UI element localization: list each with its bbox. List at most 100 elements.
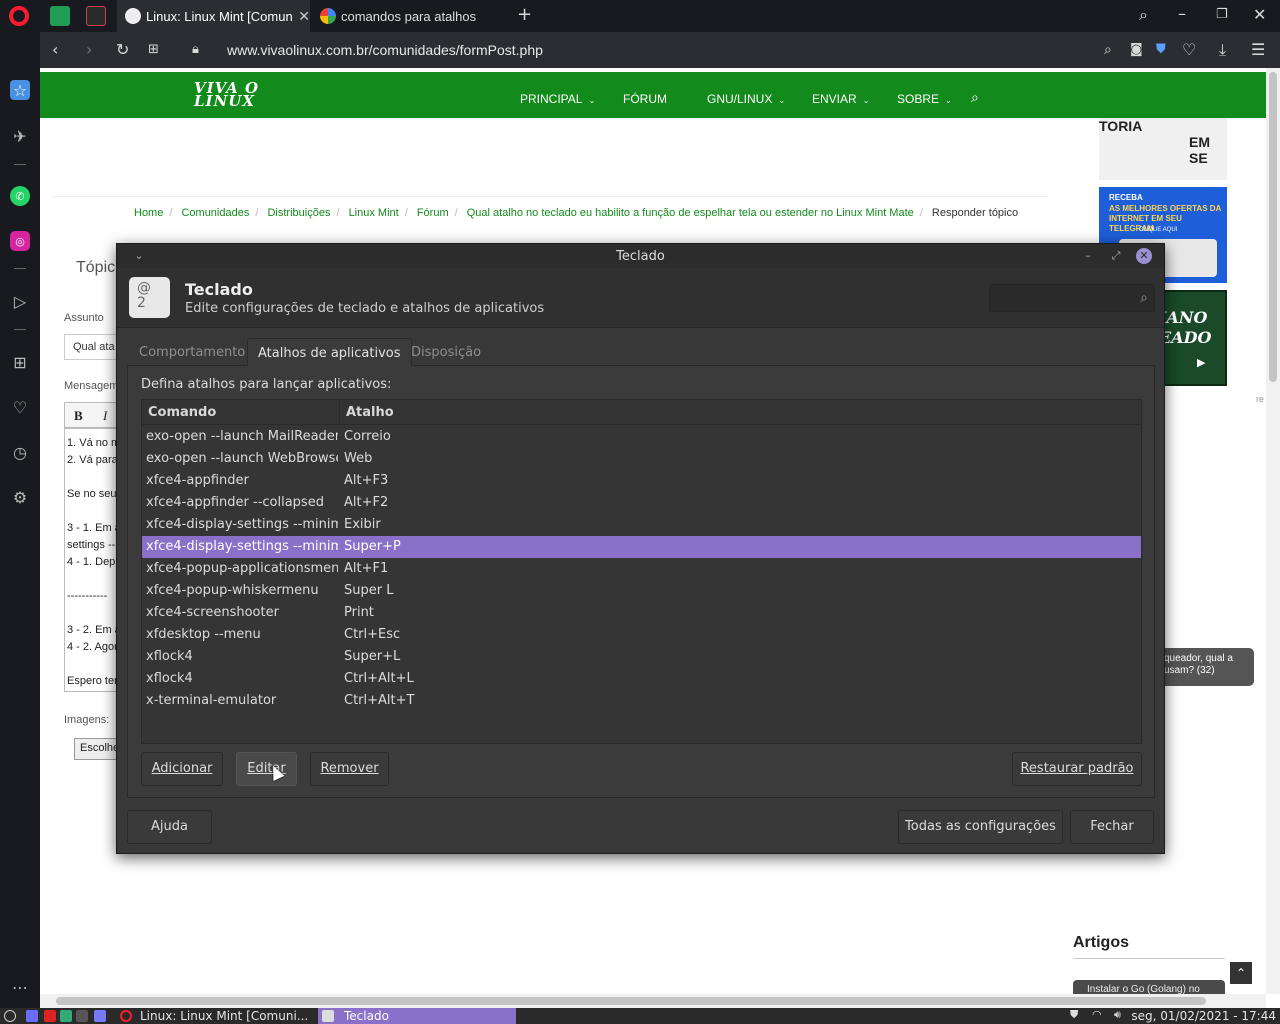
site-search-icon[interactable]: ⌕ [971,89,979,106]
show-desktop-icon[interactable] [26,1010,38,1022]
breadcrumb-comunidades[interactable]: Comunidades [181,207,249,219]
page-scrollbar-horizontal[interactable] [40,994,1266,1008]
adblock-shield-icon[interactable]: ⛊ [1156,42,1166,58]
remove-button[interactable]: Remover [310,752,389,786]
close-button[interactable]: Fechar [1070,810,1154,844]
download-icon[interactable]: ⤓ [1219,42,1226,58]
help-button[interactable]: Ajuda [127,810,212,844]
page-scrollbar-vertical[interactable] [1266,68,1280,994]
table-row[interactable]: xfce4-display-settings --minimal Super+P [142,536,1141,558]
opera-menu-icon[interactable] [9,6,29,26]
restore-icon[interactable]: ❐ [1216,7,1228,23]
nav-enviar[interactable]: ENVIAR ⌄ [812,92,869,106]
bold-button[interactable]: B [74,408,83,424]
taskbar-item-teclado[interactable]: Teclado [318,1008,516,1024]
dialog-close-icon[interactable]: ✕ [1136,248,1152,264]
column-header-comando[interactable]: Comando [148,405,216,420]
nav-forum[interactable]: FÓRUM [623,92,667,106]
update-shield-icon[interactable]: ⛊ [1070,1008,1078,1022]
workspaces-icon[interactable]: ⊞ [10,352,30,372]
volume-icon[interactable]: 🔊︎ [1114,1008,1121,1022]
back-icon[interactable]: ‹ [52,42,58,58]
back-to-top-icon[interactable]: ⌃ [1230,962,1252,984]
italic-button[interactable]: I [103,408,107,424]
breadcrumb-forum[interactable]: Fórum [417,207,449,219]
table-row[interactable]: xfce4-screenshooter Print [142,602,1141,624]
artigos-item[interactable]: Instalar o Go (Golang) no [1073,980,1225,994]
bookmark-heart-icon[interactable]: ♡ [1182,42,1196,58]
search-tabs-icon[interactable]: ⌕ [1139,7,1148,23]
breadcrumb-topic[interactable]: Qual atalho no teclado eu habilito a fun… [467,207,914,219]
history-clock-icon[interactable]: ◷ [10,442,30,462]
tab-comandos[interactable]: comandos para atalhos [312,0,508,32]
minimize-icon[interactable]: – [1178,6,1186,22]
table-row[interactable]: xfce4-appfinder Alt+F3 [142,470,1141,492]
opera-launcher-icon[interactable] [44,1010,56,1022]
wifi-icon[interactable]: ◠ [1092,1008,1102,1021]
ad-banner-top[interactable]: TORIA EM SE [1099,118,1227,180]
column-header-atalho[interactable]: Atalho [346,405,394,420]
choose-file-button[interactable]: Escolhe [74,738,122,760]
site-logo[interactable]: VIVA O LINUX [194,81,259,109]
table-row[interactable]: xflock4 Super+L [142,646,1141,668]
dialog-titlebar[interactable]: ⌄ Teclado – ⤢ ✕ [117,244,1164,268]
restore-defaults-button[interactable]: Restaurar padrão [1012,752,1142,786]
close-window-icon[interactable]: ✕ [1253,7,1266,23]
tab-linux-mint[interactable]: Linux: Linux Mint [Comuni ✕ [117,0,310,32]
table-row[interactable]: xfce4-popup-applicationsmenu Alt+F1 [142,558,1141,580]
edit-button[interactable]: Editar [236,752,297,786]
forward-icon[interactable]: › [86,42,92,58]
dialog-minimize-icon[interactable]: – [1080,248,1096,264]
table-row[interactable]: exo-open --launch WebBrowser Web [142,448,1141,470]
nav-gnu-linux[interactable]: GNU/LINUX ⌄ [707,92,785,106]
table-row[interactable]: xfce4-popup-whiskermenu Super L [142,580,1141,602]
table-row[interactable]: xflock4 Ctrl+Alt+L [142,668,1141,690]
subject-input[interactable]: Qual ata [64,334,124,360]
table-row[interactable]: xfce4-display-settings --minimal Exibir [142,514,1141,536]
table-row[interactable]: exo-open --launch MailReader Correio [142,426,1141,448]
mint-menu-icon[interactable] [4,1010,16,1022]
terminal-launcher-icon[interactable] [76,1010,88,1022]
new-tab-icon[interactable]: + [517,6,532,24]
more-dots-icon[interactable]: ⋯ [10,977,30,997]
settings-gear-icon[interactable]: ⚙ [10,487,30,507]
instagram-icon[interactable]: ◎ [10,231,30,251]
snapshot-icon[interactable]: ◙ [1130,42,1143,58]
cell-command: xfce4-popup-applicationsmenu [146,561,338,576]
nav-sobre[interactable]: SOBRE ⌄ [897,92,952,106]
pinned-tab-sheets-icon[interactable] [50,6,70,26]
taskbar-item-browser[interactable]: Linux: Linux Mint [Comuni... [114,1008,316,1024]
breadcrumb-distribuicoes[interactable]: Distribuições [267,207,330,219]
bookmarks-heart-icon[interactable]: ♡ [10,397,30,417]
tab-comportamento[interactable]: Comportamento [129,338,255,366]
whatsapp-icon[interactable]: ✆ [10,186,30,206]
breadcrumb-linux-mint[interactable]: Linux Mint [349,207,399,219]
player-icon[interactable]: ▷ [10,291,30,311]
url-field[interactable]: www.vivaolinux.com.br/comunidades/formPo… [227,42,543,58]
breadcrumb-home[interactable]: Home [134,207,163,219]
nav-principal[interactable]: PRINCIPAL ⌄ [520,92,595,106]
tab-close-icon[interactable]: ✕ [298,8,310,25]
easy-setup-icon[interactable]: ☰ [1251,42,1265,58]
table-row[interactable]: xfce4-appfinder --collapsed Alt+F2 [142,492,1141,514]
table-row[interactable]: x-terminal-emulator Ctrl+Alt+T [142,690,1141,712]
search-page-icon[interactable]: ⌕ [1104,42,1112,58]
browser-launcher-icon[interactable] [60,1010,72,1022]
dialog-maximize-icon[interactable]: ⤢ [1108,248,1124,264]
message-editor[interactable]: 1. Vá no m 2. Vá para Se no seu 3 - 1. Em a… [64,428,120,692]
all-settings-button[interactable]: Todas as configurações [898,810,1063,844]
add-button[interactable]: Adicionar [141,752,223,786]
speed-dial-star-icon[interactable]: ☆ [10,80,30,100]
tab-title: Linux: Linux Mint [Comuni [146,8,293,24]
taskbar-clock[interactable]: seg, 01/02/2021 - 17:44 [1131,1009,1276,1023]
pinned-tab-app-icon[interactable] [86,6,106,26]
reload-icon[interactable]: ↻ [116,42,129,58]
lock-icon[interactable]: 🔒︎ [192,42,199,58]
speed-dial-icon[interactable]: ⊞ [148,42,159,58]
files-launcher-icon[interactable] [94,1010,106,1022]
tab-atalhos-de-aplicativos[interactable]: Atalhos de aplicativos [247,338,412,366]
tab-disposicao[interactable]: Disposição [401,338,491,366]
settings-search-input[interactable]: ⌕ [989,284,1155,312]
messenger-icon[interactable]: ✈ [10,126,30,146]
table-row[interactable]: xfdesktop --menu Ctrl+Esc [142,624,1141,646]
